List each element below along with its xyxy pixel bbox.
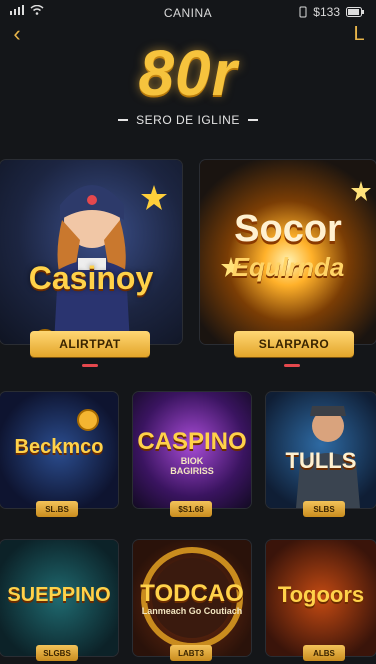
featured-play-button[interactable]: SLARPARO [234, 331, 354, 357]
vibrate-icon [299, 6, 307, 18]
game-title: TULLS [285, 448, 357, 473]
featured-game-card[interactable]: Socor Equlrnda [200, 160, 376, 344]
game-subtitle: BIOK BAGIRISS [170, 456, 214, 476]
battery-label: $133 [313, 5, 340, 19]
subtitle-text: SERO DE IGLINE [136, 113, 240, 127]
page-subtitle: SERO DE IGLINE [0, 113, 376, 127]
star-icon [351, 181, 371, 201]
featured-title: Casinoy [28, 260, 154, 296]
game-title: CASPINO [137, 428, 247, 455]
game-button[interactable]: SLGBS [36, 645, 78, 661]
divider [118, 119, 129, 121]
star-icon [141, 185, 167, 210]
coin-icon [77, 409, 99, 431]
game-title: Togoors [277, 582, 365, 607]
battery-icon [346, 7, 364, 17]
featured-title: Socor [234, 208, 342, 250]
featured-game-card[interactable]: Casinoy [0, 160, 182, 344]
carousel-indicator [284, 364, 300, 367]
game-card[interactable]: CASPINO BIOK BAGIRISS [133, 392, 251, 508]
divider [247, 119, 258, 121]
game-card[interactable]: Beckmco [0, 392, 118, 508]
game-card[interactable]: SUEPPINO [0, 540, 118, 656]
status-bar: CANINA $133 [0, 0, 376, 24]
game-button[interactable]: ALBS [303, 645, 345, 661]
status-right: $133 [299, 5, 364, 19]
game-button[interactable]: LABT3 [170, 645, 212, 661]
game-title: TODCAO [140, 580, 244, 607]
page-title: 80r [138, 37, 238, 109]
carousel-indicator [82, 364, 98, 367]
game-button[interactable]: SL.BS [36, 501, 78, 517]
game-card[interactable]: Togoors [266, 540, 376, 656]
featured-play-button[interactable]: ALIRTPAT [30, 331, 150, 357]
game-card[interactable]: TODCAO Lanmeach Go Coutiach [133, 540, 251, 656]
featured-subtitle: Equlrnda [231, 252, 345, 282]
game-button[interactable]: SLBS [303, 501, 345, 517]
game-title: SUEPPINO [7, 584, 111, 606]
game-card[interactable]: TULLS [266, 392, 376, 508]
game-title: Beckmco [14, 436, 104, 458]
game-button[interactable]: $S1.68 [170, 501, 212, 517]
game-subtitle: Lanmeach Go Coutiach [141, 606, 243, 616]
